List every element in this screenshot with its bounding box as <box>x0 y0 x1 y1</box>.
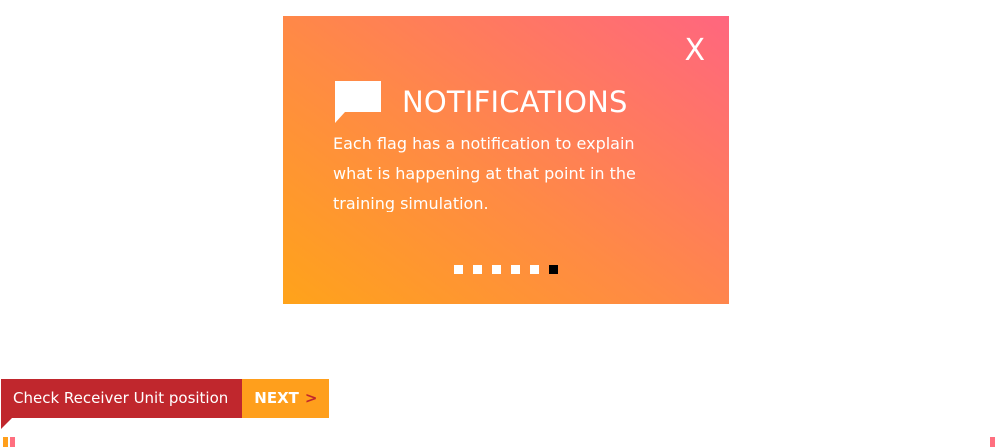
modal-header: NOTIFICATIONS <box>334 81 628 123</box>
training-simulation-stage: X NOTIFICATIONS Each flag has a notifica… <box>0 0 996 447</box>
timeline-flag-marker[interactable] <box>3 437 8 447</box>
pager-dot[interactable] <box>454 265 463 274</box>
pager-dot[interactable] <box>511 265 520 274</box>
modal-title: NOTIFICATIONS <box>402 85 628 119</box>
pager-dot[interactable] <box>549 265 558 274</box>
step-bar: Check Receiver Unit position NEXT > <box>1 379 330 429</box>
pager-dot[interactable] <box>473 265 482 274</box>
pager-dot[interactable] <box>492 265 501 274</box>
chevron-right-icon: > <box>304 389 318 407</box>
timeline-flag-marker[interactable] <box>10 437 15 447</box>
flag-tail <box>1 418 12 429</box>
pager-dot[interactable] <box>530 265 539 274</box>
timeline-flag-marker[interactable] <box>990 437 995 447</box>
modal-body-text: Each flag has a notification to explain … <box>333 134 636 212</box>
close-button[interactable]: X <box>684 36 705 66</box>
next-button-label: NEXT <box>254 389 299 407</box>
slide-pager <box>454 265 558 274</box>
notifications-modal: X NOTIFICATIONS Each flag has a notifica… <box>283 16 729 304</box>
step-flag-label: Check Receiver Unit position <box>1 379 243 429</box>
speech-bubble-icon <box>335 81 381 123</box>
step-label-text: Check Receiver Unit position <box>13 389 229 407</box>
next-button[interactable]: NEXT > <box>242 379 330 418</box>
